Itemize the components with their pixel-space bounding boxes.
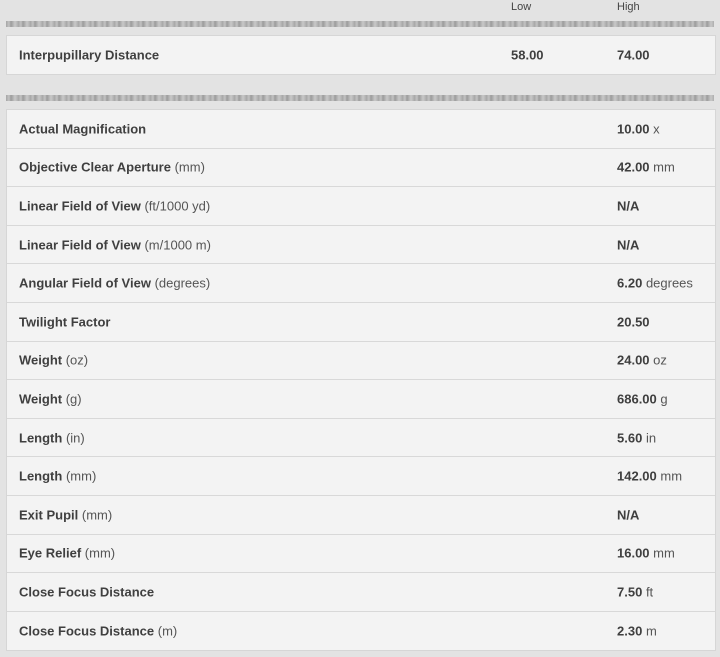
spec-value: N/A (617, 507, 640, 523)
spec-value: 42.00 mm (617, 159, 675, 175)
spec-value: 686.00 g (617, 391, 668, 407)
spec-row: Angular Field of View (degrees) 6.20 deg… (7, 264, 715, 303)
spec-value: 5.60 in (617, 430, 657, 446)
spec-row-interpupillary-distance: Interpupillary Distance 58.00 74.00 (7, 36, 715, 74)
spec-label: Angular Field of View (degrees) (19, 275, 211, 291)
spec-value: 7.50 ft (617, 584, 654, 600)
spec-row: Close Focus Distance (m) 2.30 m (7, 612, 715, 651)
spec-row: Length (in) 5.60 in (7, 419, 715, 458)
spec-row: Exit Pupil (mm) N/A (7, 496, 715, 535)
section-divider (6, 21, 714, 27)
spec-row: Linear Field of View (m/1000 m) N/A (7, 226, 715, 265)
specs-panel: Actual Magnification 10.00 x Objective C… (6, 109, 716, 651)
spec-row: Twilight Factor 20.50 (7, 303, 715, 342)
spec-label: Actual Magnification (19, 121, 147, 137)
spec-row: Linear Field of View (ft/1000 yd) N/A (7, 187, 715, 226)
spec-value: 20.50 (617, 314, 650, 330)
spec-value-low: 58.00 (511, 47, 544, 63)
spec-value: N/A (617, 198, 640, 214)
spec-label: Eye Relief (mm) (19, 545, 116, 561)
spec-row: Weight (g) 686.00 g (7, 380, 715, 419)
spec-label: Linear Field of View (m/1000 m) (19, 237, 211, 253)
spec-value: 10.00 x (617, 121, 660, 137)
spec-label: Exit Pupil (mm) (19, 507, 113, 523)
spec-label: Weight (g) (19, 391, 82, 407)
spec-label: Weight (oz) (19, 352, 89, 368)
spec-row: Objective Clear Aperture (mm) 42.00 mm (7, 149, 715, 188)
spec-label: Interpupillary Distance (19, 47, 160, 63)
spec-value: N/A (617, 237, 640, 253)
spec-value: 6.20 degrees (617, 275, 693, 291)
column-header-high: High (617, 1, 640, 13)
spec-label: Close Focus Distance (19, 584, 155, 600)
spec-label: Linear Field of View (ft/1000 yd) (19, 198, 211, 214)
spec-row: Length (mm) 142.00 mm (7, 457, 715, 496)
spec-row: Actual Magnification 10.00 x (7, 110, 715, 149)
spec-value: 16.00 mm (617, 545, 675, 561)
spec-label: Close Focus Distance (m) (19, 623, 178, 639)
spec-row: Weight (oz) 24.00 oz (7, 342, 715, 381)
spec-label: Objective Clear Aperture (mm) (19, 159, 205, 175)
column-header-low: Low (511, 1, 532, 13)
spec-label: Length (mm) (19, 468, 97, 484)
spec-row: Eye Relief (mm) 16.00 mm (7, 535, 715, 574)
spec-label: Twilight Factor (19, 314, 111, 330)
spec-value-high: 74.00 (617, 47, 650, 63)
ipd-panel: Interpupillary Distance 58.00 74.00 (6, 35, 716, 75)
section-divider (6, 95, 714, 101)
spec-value: 2.30 m (617, 623, 657, 639)
spec-label: Length (in) (19, 430, 85, 446)
spec-value: 142.00 mm (617, 468, 683, 484)
spec-row: Close Focus Distance 7.50 ft (7, 573, 715, 612)
spec-value: 24.00 oz (617, 352, 667, 368)
